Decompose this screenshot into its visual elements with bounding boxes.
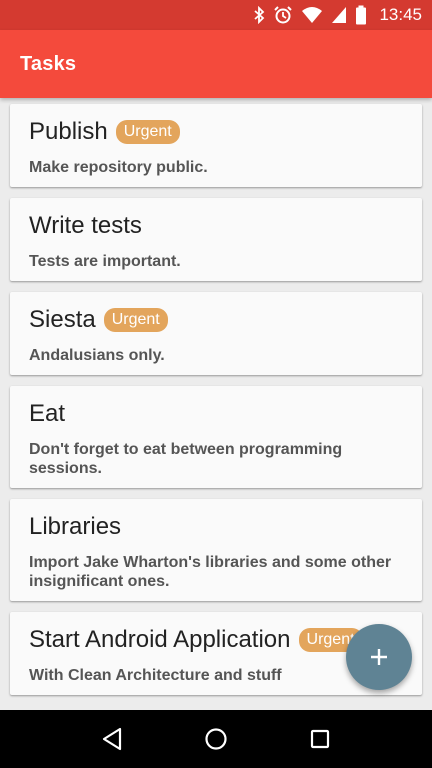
task-card[interactable]: Eat Don't forget to eat between programm… (10, 386, 422, 488)
wifi-icon (301, 5, 323, 25)
screen: 13:45 Tasks Publish Urgent Make reposito… (0, 0, 432, 768)
back-icon (101, 727, 123, 751)
task-description: Make repository public. (29, 159, 208, 176)
task-card[interactable]: Publish Urgent Make repository public. (10, 104, 422, 187)
task-header: Write tests (29, 212, 403, 240)
task-title: Publish (29, 118, 108, 145)
app-bar: Tasks (0, 30, 432, 98)
task-card[interactable]: Write tests Tests are important. (10, 198, 422, 281)
urgent-badge: Urgent (115, 120, 180, 144)
recents-button[interactable] (300, 719, 340, 759)
home-icon (204, 727, 228, 751)
recents-icon (309, 728, 331, 750)
task-header: Publish Urgent (29, 118, 403, 146)
bluetooth-icon (253, 5, 265, 25)
urgent-badge: Urgent (103, 308, 168, 332)
task-title: Libraries (29, 513, 122, 540)
task-header: Siesta Urgent (29, 306, 403, 334)
task-header: Eat (29, 400, 403, 428)
task-card[interactable]: Libraries Import Jake Wharton's librarie… (10, 499, 422, 601)
navigation-bar (0, 710, 432, 768)
task-description: Import Jake Wharton's libraries and some… (29, 554, 392, 590)
signal-icon (331, 5, 347, 25)
back-button[interactable] (92, 719, 132, 759)
task-description: Tests are important. (29, 253, 181, 270)
status-bar: 13:45 (0, 0, 432, 30)
plus-icon (369, 647, 389, 667)
alarm-icon (273, 5, 293, 25)
task-description: Don't forget to eat between programming … (29, 441, 343, 477)
clock-time: 13:45 (379, 5, 422, 24)
task-title: Siesta (29, 306, 96, 333)
task-title: Eat (29, 400, 66, 427)
task-card[interactable]: Siesta Urgent Andalusians only. (10, 292, 422, 375)
page-title: Tasks (20, 52, 77, 75)
task-header: Libraries (29, 513, 403, 541)
task-list: Publish Urgent Make repository public. W… (0, 98, 432, 710)
task-description: With Clean Architecture and stuff (29, 667, 282, 684)
task-title: Write tests (29, 212, 142, 239)
task-title: Start Android Application (29, 626, 291, 653)
home-button[interactable] (196, 719, 236, 759)
battery-icon (355, 5, 367, 25)
add-task-button[interactable] (346, 624, 412, 690)
task-description: Andalusians only. (29, 347, 165, 364)
